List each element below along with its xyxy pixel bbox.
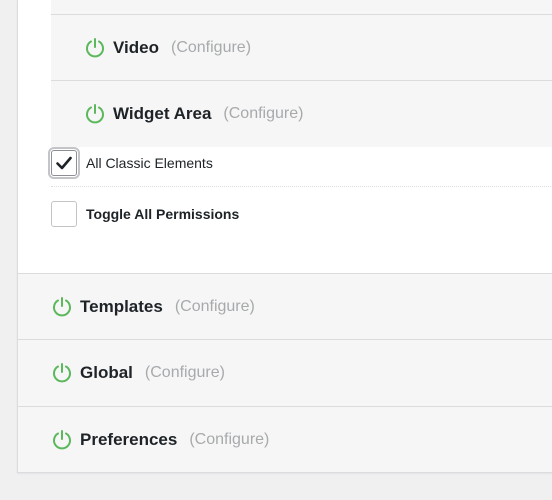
sub-item-title: Widget Area bbox=[113, 104, 212, 123]
sub-item-title: Video bbox=[113, 37, 159, 57]
power-icon[interactable] bbox=[51, 429, 73, 451]
toggle-all-permissions-checkbox[interactable] bbox=[51, 201, 77, 227]
section-title: Preferences bbox=[80, 429, 178, 449]
configure-link[interactable]: (Configure) bbox=[171, 39, 251, 57]
configure-link[interactable]: (Configure) bbox=[175, 298, 255, 316]
section-title: Templates bbox=[80, 296, 163, 316]
power-icon[interactable] bbox=[51, 362, 73, 384]
divider bbox=[51, 186, 552, 187]
power-icon[interactable] bbox=[84, 37, 106, 59]
checkbox-label: All Classic Elements bbox=[86, 155, 213, 171]
power-icon[interactable] bbox=[84, 103, 106, 125]
checkbox-row-all-classic[interactable]: All Classic Elements bbox=[48, 147, 552, 179]
configure-link[interactable]: (Configure) bbox=[189, 431, 269, 449]
checkbox-row-toggle-all[interactable]: Toggle All Permissions bbox=[51, 198, 552, 230]
all-classic-elements-checkbox[interactable] bbox=[48, 147, 80, 179]
power-icon[interactable] bbox=[51, 296, 73, 318]
section-preferences[interactable]: Preferences (Configure) bbox=[18, 407, 552, 472]
configure-link[interactable]: (Configure) bbox=[145, 364, 225, 382]
checkmark-icon bbox=[56, 156, 72, 170]
checkbox-label: Toggle All Permissions bbox=[86, 206, 240, 222]
section-templates[interactable]: Templates (Configure) bbox=[18, 273, 552, 340]
configure-link[interactable]: (Configure) bbox=[223, 105, 303, 123]
sub-item-video[interactable]: Video (Configure) bbox=[51, 15, 552, 81]
section-title: Global bbox=[80, 363, 133, 382]
section-global[interactable]: Global (Configure) bbox=[18, 340, 552, 407]
sub-item-widget-area[interactable]: Widget Area (Configure) bbox=[51, 81, 552, 147]
permissions-panel: Video (Configure) Widget Area (Configure… bbox=[17, 0, 552, 473]
